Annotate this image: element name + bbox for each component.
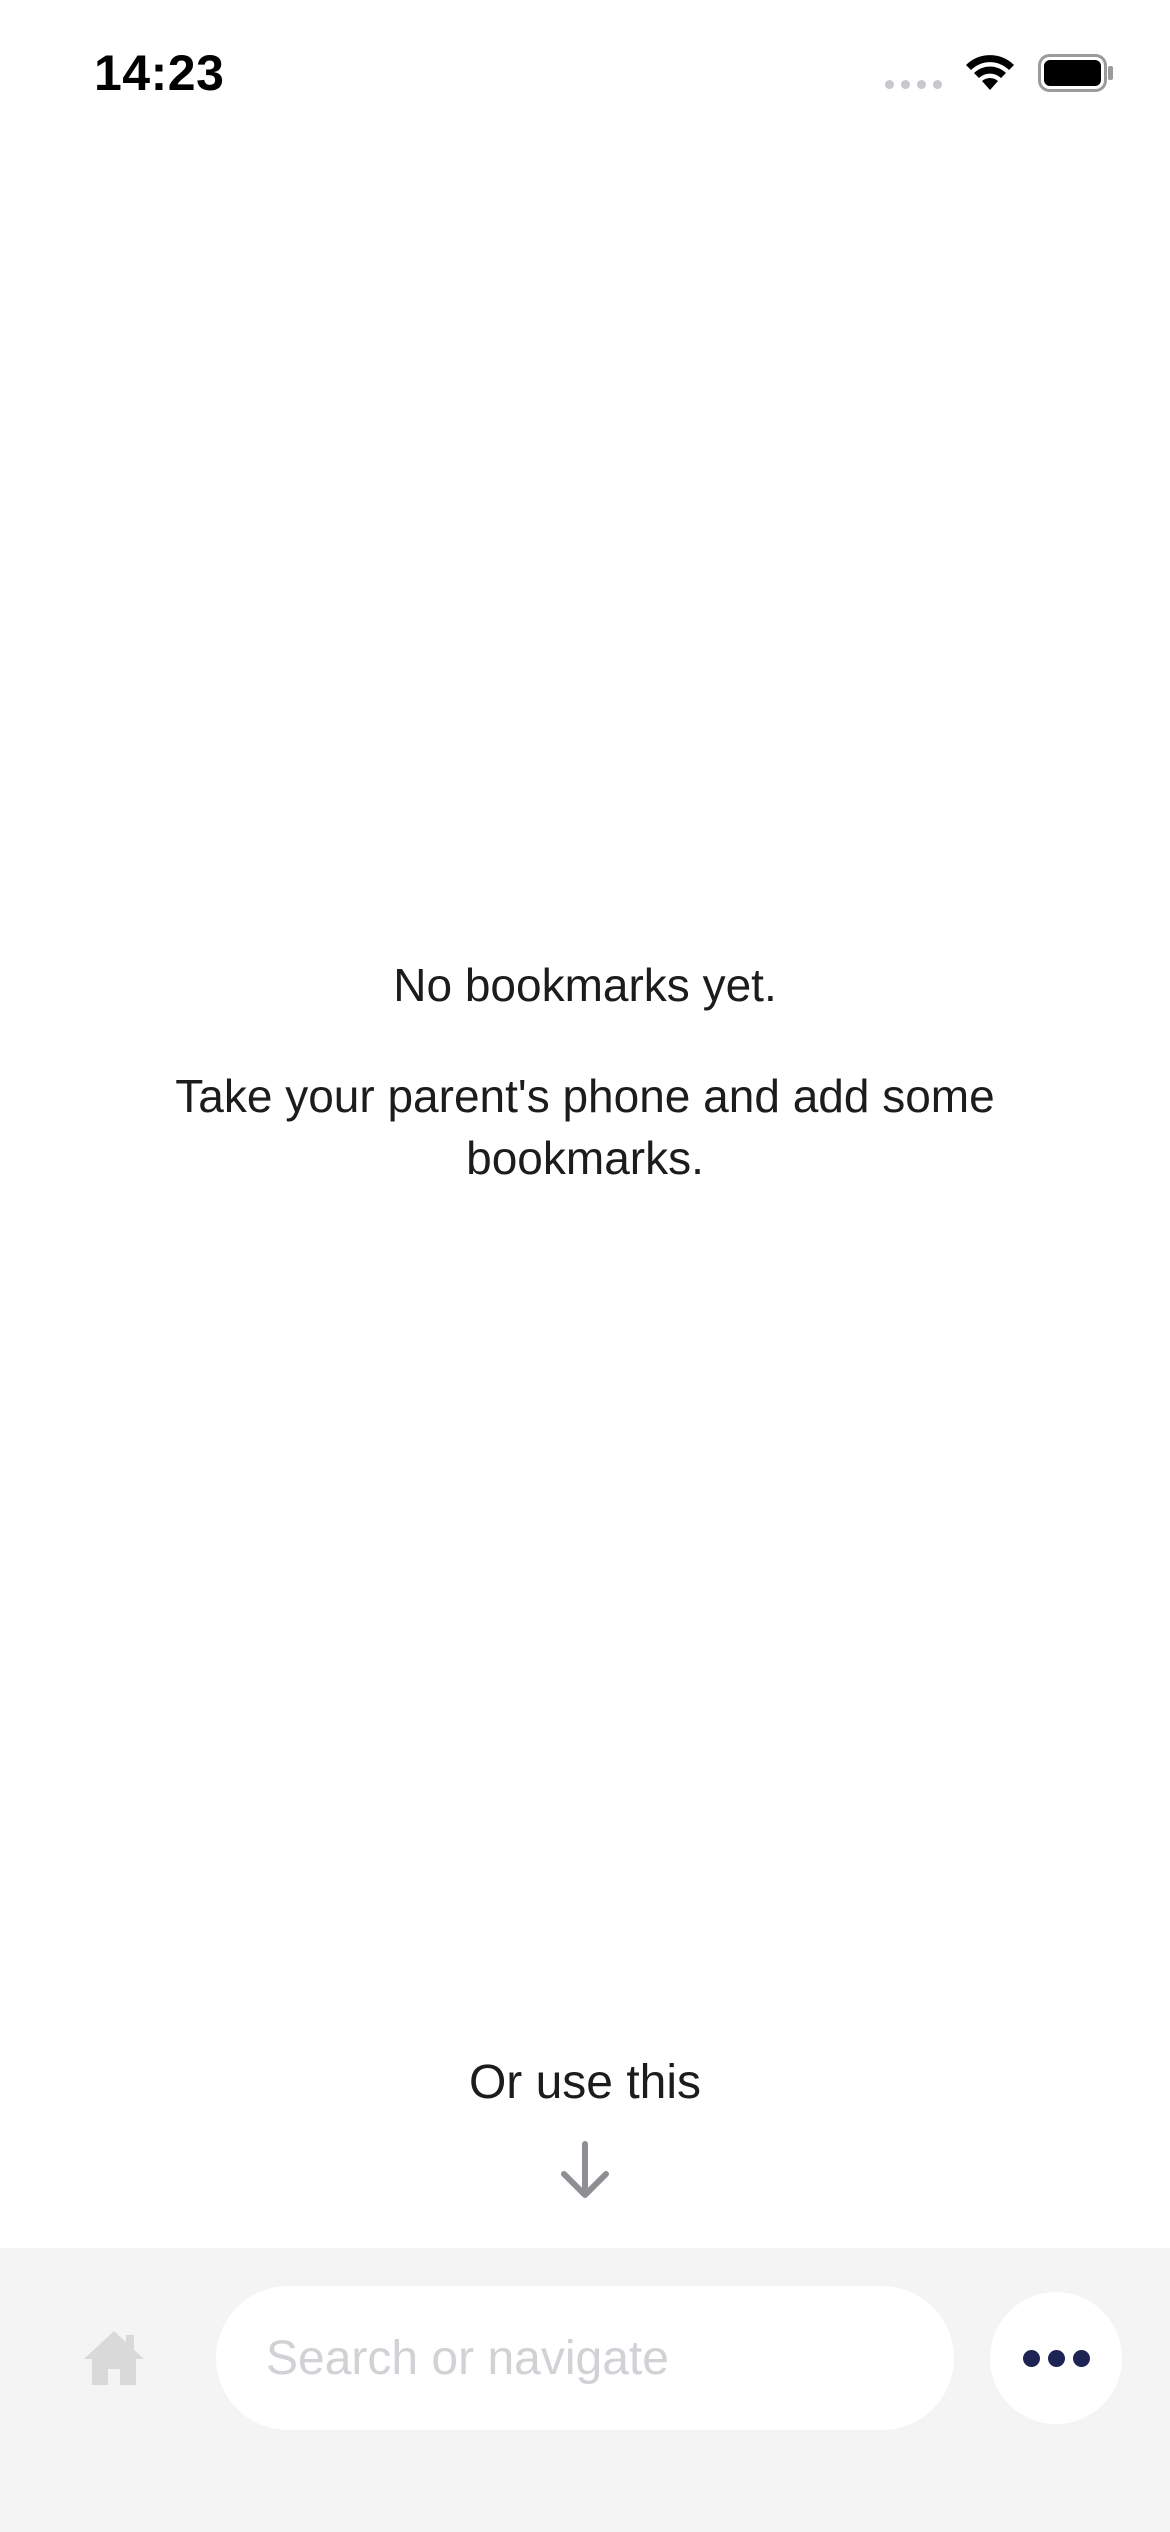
status-time: 14:23 bbox=[94, 45, 225, 101]
more-dots-icon bbox=[1022, 2349, 1040, 2367]
empty-state-message: Take your parent's phone and add some bo… bbox=[175, 1070, 995, 1184]
status-bar: 14:23 bbox=[0, 0, 1170, 150]
arrow-down-icon bbox=[561, 2141, 609, 2198]
cellular-signal-icon bbox=[885, 58, 942, 89]
battery-icon bbox=[1038, 54, 1113, 92]
search-hint-text: Or use this bbox=[468, 2056, 702, 2109]
empty-state: No bookmarks yet. Take your parent's pho… bbox=[0, 955, 1170, 1189]
home-icon bbox=[84, 2331, 144, 2385]
more-options-button[interactable] bbox=[990, 2292, 1122, 2424]
search-input[interactable] bbox=[216, 2286, 954, 2430]
wifi-icon bbox=[966, 55, 1014, 90]
empty-state-title: No bookmarks yet. bbox=[393, 959, 777, 1011]
bottom-toolbar bbox=[0, 2248, 1170, 2532]
bookmarks-screen: 14:23 No bookmarks yet. Take your parent… bbox=[0, 0, 1170, 2532]
home-button[interactable] bbox=[78, 2325, 150, 2391]
status-icons bbox=[885, 54, 1114, 92]
